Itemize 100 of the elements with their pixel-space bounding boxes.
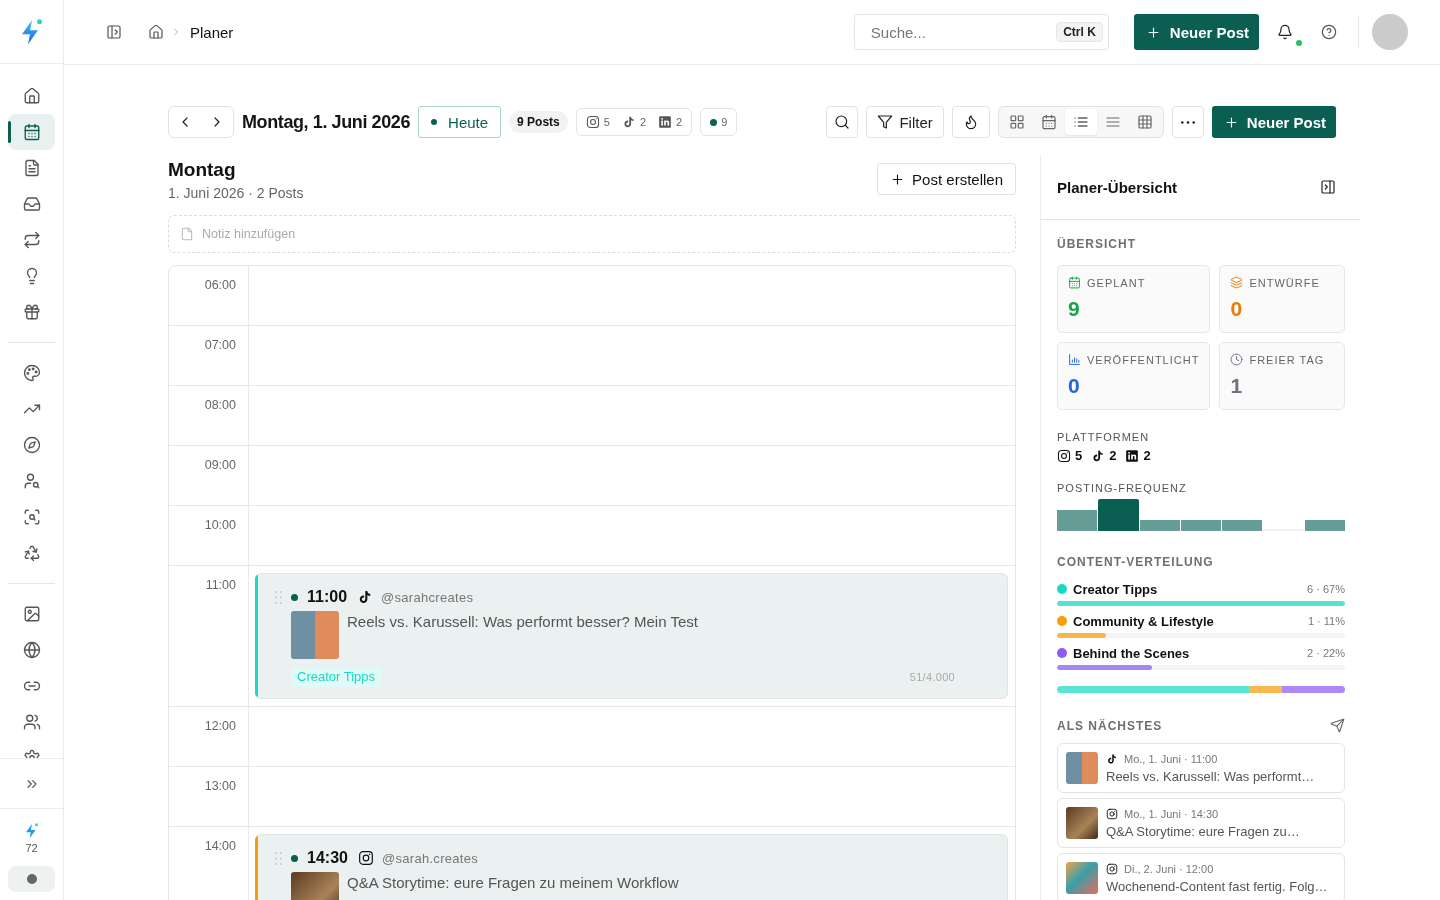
section-label: ALS NÄCHSTES bbox=[1057, 718, 1163, 733]
platform-count: 5 bbox=[603, 116, 610, 128]
document-icon bbox=[22, 159, 41, 177]
upcoming-date: Mo., 1. Juni · 11:00 bbox=[1124, 752, 1218, 766]
tiktok-icon bbox=[1106, 753, 1118, 765]
time-label: 12:00 bbox=[204, 719, 236, 733]
credit-count: 72 bbox=[25, 841, 38, 855]
bell-icon bbox=[1277, 24, 1293, 40]
toggle-sidebar-button[interactable] bbox=[106, 24, 122, 40]
category-stats: 1 · 11% bbox=[1307, 615, 1345, 627]
post-title: Q&A Storytime: eure Fragen zu meinem Workflow bbox=[347, 874, 679, 893]
time-label: 07:00 bbox=[204, 338, 236, 352]
category-name: Community & Lifestyle bbox=[1073, 613, 1215, 629]
tiktok-icon bbox=[1091, 448, 1106, 463]
palette-icon bbox=[22, 364, 41, 382]
current-date: Montag, 1. Juni 2026 bbox=[242, 111, 411, 133]
view-option[interactable] bbox=[1064, 109, 1097, 135]
trending-button[interactable] bbox=[951, 106, 990, 138]
clock-icon bbox=[1230, 353, 1244, 366]
create-post-button[interactable]: Post erstellen bbox=[877, 163, 1016, 195]
filter-button[interactable]: Filter bbox=[866, 106, 944, 138]
upcoming-post[interactable]: Di., 2. Juni · 12:00 Wochenend-Content fast fertig. Folg… bbox=[1057, 853, 1345, 900]
post-card[interactable]: 11:00 @sarahcreates Reels vs. Karussell: Was performt besser? Mein Test Creator Tipps 51/4.000 bbox=[255, 573, 1008, 699]
today-button[interactable]: Heute bbox=[418, 106, 502, 138]
time-label: 11:00 bbox=[205, 578, 236, 592]
platform-count: 5 bbox=[1075, 448, 1083, 463]
category-name: Creator Tipps bbox=[1073, 581, 1159, 597]
home-breadcrumb-button[interactable] bbox=[148, 24, 164, 40]
breadcrumb-current: Planer bbox=[190, 23, 234, 41]
calendar-icon bbox=[1068, 276, 1081, 289]
stat-value: 9 bbox=[1068, 297, 1081, 321]
globe-icon bbox=[22, 641, 41, 659]
time-label: 14:00 bbox=[204, 839, 236, 853]
user-dot-icon bbox=[26, 874, 37, 884]
send-icon bbox=[1330, 718, 1345, 733]
platform-count: 2 bbox=[639, 116, 646, 128]
time-label: 13:00 bbox=[204, 779, 236, 793]
stat-label: ENTWÜRFE bbox=[1249, 276, 1320, 289]
platform-count: 2 bbox=[1109, 448, 1117, 463]
time-label: 06:00 bbox=[204, 278, 236, 292]
stat-label: FREIER TAG bbox=[1249, 353, 1325, 366]
linkedin-icon bbox=[1125, 448, 1140, 463]
stat-value: 0 bbox=[1230, 297, 1244, 321]
instagram-icon bbox=[1106, 863, 1118, 875]
help-icon bbox=[1321, 24, 1337, 40]
status-count: 9 bbox=[721, 116, 728, 128]
upcoming-post[interactable]: Mo., 1. Juni · 14:30 Q&A Storytime: eure Fragen zu… bbox=[1057, 798, 1345, 848]
category-tag: Creator Tipps bbox=[291, 667, 382, 687]
collapse-panel-button[interactable] bbox=[1320, 179, 1336, 195]
category-stats: 2 · 22% bbox=[1307, 647, 1345, 659]
day-subtitle: 1. Juni 2026 · 2 Posts bbox=[168, 185, 304, 201]
user-search-icon bbox=[22, 472, 41, 490]
profile-button[interactable] bbox=[8, 866, 55, 892]
home-icon bbox=[148, 24, 164, 40]
bar-chart-icon bbox=[1068, 353, 1081, 366]
section-label: POSTING-FREQUENZ bbox=[1057, 482, 1188, 495]
sidebar-item[interactable] bbox=[8, 114, 55, 150]
calendar-icon bbox=[22, 123, 41, 141]
upcoming-post[interactable]: Mo., 1. Juni · 11:00 Reels vs. Karussell: Was performt… bbox=[1057, 743, 1345, 793]
note-field[interactable]: Notiz hinzufügen bbox=[168, 215, 1016, 253]
search-button[interactable] bbox=[826, 106, 859, 138]
platform-count: 2 bbox=[676, 116, 683, 128]
post-count-pill: 9 Posts bbox=[509, 111, 568, 133]
new-post-button[interactable]: Neuer Post bbox=[1211, 106, 1336, 138]
today-dot-icon bbox=[431, 119, 438, 125]
photo-placeholder bbox=[291, 611, 339, 659]
stat-value: 0 bbox=[1068, 374, 1081, 398]
upcoming-date: Di., 2. Juni · 12:00 bbox=[1124, 862, 1214, 876]
shortcut-hint: Ctrl K bbox=[1056, 22, 1103, 42]
inbox-icon bbox=[22, 195, 41, 213]
compass-icon bbox=[22, 436, 41, 454]
repeat-icon bbox=[22, 231, 41, 249]
post-handle: @sarahcreates bbox=[381, 589, 474, 605]
category-name: Behind the Scenes bbox=[1073, 645, 1191, 661]
photo-placeholder bbox=[1066, 752, 1098, 784]
linkedin-icon bbox=[658, 115, 672, 129]
instagram-icon bbox=[1106, 808, 1118, 820]
gift-icon bbox=[22, 303, 41, 321]
section-label: ÜBERSICHT bbox=[1057, 237, 1137, 251]
day-title: Montag bbox=[168, 159, 237, 181]
drag-handle-icon bbox=[275, 591, 282, 604]
stat-value: 1 bbox=[1230, 374, 1244, 398]
post-card[interactable]: 14:30 @sarah.creates Q&A Storytime: eure Fragen zu meinem Workflow bbox=[255, 834, 1008, 900]
post-time: 11:00 bbox=[307, 588, 348, 606]
new-post-button[interactable]: Neuer Post bbox=[1133, 14, 1259, 50]
time-label: 10:00 bbox=[204, 518, 236, 532]
upcoming-title: Wochenend-Content fast fertig. Folg… bbox=[1106, 879, 1328, 894]
drag-handle-icon bbox=[275, 852, 282, 865]
status-dot-icon bbox=[291, 593, 298, 601]
grid-icon bbox=[1008, 114, 1025, 130]
panel-collapse-icon bbox=[1320, 179, 1336, 195]
lines-icon bbox=[1104, 114, 1121, 130]
time-label: 09:00 bbox=[204, 458, 236, 472]
plus-icon bbox=[1223, 114, 1239, 130]
image-icon bbox=[22, 605, 41, 623]
status-dot-icon bbox=[291, 854, 298, 862]
search-icon bbox=[834, 114, 851, 130]
instagram-icon bbox=[357, 850, 374, 866]
post-time: 14:30 bbox=[307, 849, 348, 867]
plus-icon bbox=[1145, 24, 1161, 40]
